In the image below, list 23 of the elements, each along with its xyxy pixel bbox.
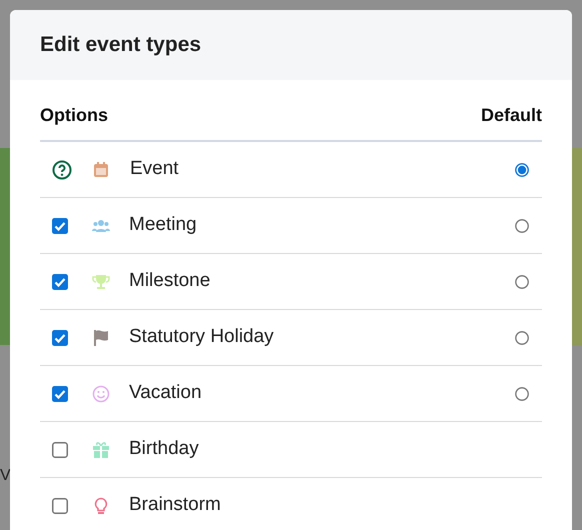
radio-button[interactable] (515, 330, 529, 344)
checkbox[interactable] (52, 218, 68, 234)
checkbox[interactable] (52, 498, 68, 514)
page-text: V (0, 466, 11, 486)
checkbox[interactable] (52, 330, 68, 346)
checkbox[interactable] (52, 442, 68, 458)
event-type-label: Birthday (129, 437, 199, 462)
radio-button[interactable] (515, 274, 529, 288)
help-icon[interactable] (52, 160, 72, 180)
column-header: Default (480, 104, 542, 126)
event-type-label: Statutory Holiday (129, 325, 274, 350)
checkbox[interactable] (52, 274, 68, 290)
radio-button[interactable] (515, 218, 529, 232)
event-type-label: Vacation (129, 381, 202, 406)
dialog-title: Edit event types (40, 32, 202, 58)
radio-button[interactable] (515, 386, 529, 400)
column-header: Options (40, 104, 108, 127)
event-type-label: Event (130, 157, 179, 182)
event-type-label: Meeting (129, 213, 197, 238)
event-type-label: Milestone (129, 269, 210, 294)
checkbox[interactable] (52, 386, 68, 402)
radio-button[interactable] (515, 162, 529, 176)
event-type-label: Brainstorm (129, 493, 221, 518)
